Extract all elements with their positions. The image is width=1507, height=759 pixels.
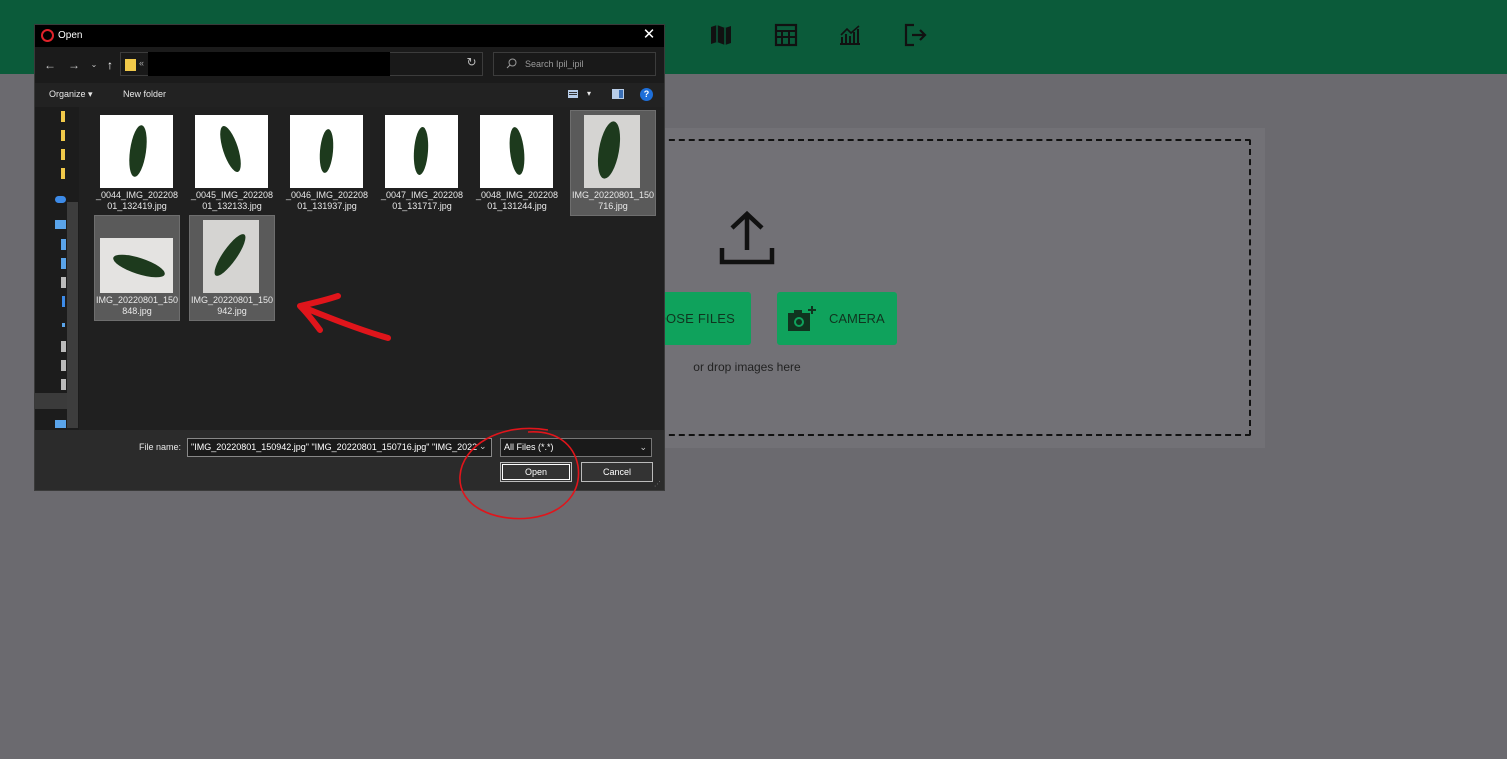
file-tile[interactable]: _0045_IMG_20220801_132133.jpg <box>190 111 274 215</box>
dialog-titlebar[interactable]: Open ✕ <box>35 25 664 47</box>
file-tile-selected[interactable]: IMG_20220801_150716.jpg <box>570 110 656 216</box>
folder-icon <box>125 59 136 71</box>
folder-icon[interactable] <box>61 111 65 122</box>
map-icon[interactable] <box>708 22 734 48</box>
up-arrow-icon[interactable]: ↑ <box>103 58 117 72</box>
file-name: IMG_20220801_150848.jpg <box>95 295 179 316</box>
navigation-pane <box>35 107 79 430</box>
file-tile-selected[interactable]: IMG_20220801_150942.jpg <box>189 215 275 321</box>
drive-icon[interactable] <box>61 360 66 371</box>
file-name: _0047_IMG_20220801_131717.jpg <box>380 190 464 211</box>
logout-icon[interactable] <box>902 22 928 48</box>
file-tile[interactable]: _0046_IMG_20220801_131937.jpg <box>285 111 369 215</box>
chevron-down-icon: ⌄ <box>639 442 647 452</box>
recent-dropdown-icon[interactable]: ⌄ <box>87 58 101 72</box>
browser-logo-icon <box>41 29 54 42</box>
folder-icon[interactable] <box>61 168 65 179</box>
file-thumbnail <box>203 220 259 293</box>
file-list: _0044_IMG_20220801_132419.jpg _0045_IMG_… <box>79 107 664 430</box>
new-folder-button[interactable]: New folder <box>123 89 166 99</box>
file-name: _0048_IMG_20220801_131244.jpg <box>475 190 559 211</box>
upload-icon <box>716 210 778 268</box>
resize-grip-icon[interactable]: ⋰ <box>654 480 662 488</box>
file-thumbnail <box>385 115 458 188</box>
search-icon <box>506 58 517 69</box>
videos-icon[interactable] <box>61 341 66 352</box>
forward-arrow-icon[interactable]: → <box>67 58 81 72</box>
file-name-input[interactable]: "IMG_20220801_150942.jpg" "IMG_20220801_… <box>187 438 492 457</box>
folder-icon[interactable] <box>61 149 65 160</box>
table-icon[interactable] <box>773 22 799 48</box>
back-arrow-icon[interactable]: ← <box>43 58 57 72</box>
music-icon[interactable] <box>62 296 65 307</box>
camera-button[interactable]: CAMERA <box>777 292 897 345</box>
path-redaction <box>148 52 390 76</box>
file-type-value: All Files (*.*) <box>504 442 554 452</box>
organize-menu[interactable]: Organize ▾ <box>49 89 93 100</box>
file-name: _0044_IMG_20220801_132419.jpg <box>95 190 179 211</box>
file-name-label: File name: <box>139 442 182 452</box>
file-thumbnail <box>584 115 640 188</box>
search-placeholder: Search Ipil_ipil <box>525 59 584 69</box>
downloads-icon[interactable] <box>61 277 66 288</box>
view-options-icon[interactable] <box>568 89 580 99</box>
chart-icon[interactable] <box>837 22 863 48</box>
file-tile[interactable]: _0044_IMG_20220801_132419.jpg <box>95 111 179 215</box>
file-name: IMG_20220801_150942.jpg <box>190 295 274 316</box>
file-tile[interactable]: _0047_IMG_20220801_131717.jpg <box>380 111 464 215</box>
file-thumbnail <box>480 115 553 188</box>
camera-icon <box>788 305 816 331</box>
nav-scrollbar[interactable] <box>67 202 78 428</box>
dialog-title: Open <box>58 30 83 41</box>
file-thumbnail <box>195 115 268 188</box>
path-prefix: « <box>139 58 145 68</box>
file-name: IMG_20220801_150716.jpg <box>571 190 655 211</box>
pictures-icon[interactable] <box>62 323 65 327</box>
network-icon[interactable] <box>55 420 66 428</box>
cancel-button[interactable]: Cancel <box>581 462 653 482</box>
path-breadcrumb[interactable]: « ⌄ <box>120 52 532 76</box>
onedrive-icon[interactable] <box>55 196 66 203</box>
file-thumbnail <box>290 115 363 188</box>
documents-icon[interactable] <box>61 258 66 269</box>
open-file-dialog: Open ✕ ← → ⌄ ↑ « ⌄ ↻ Search Ipil_ipil Or… <box>34 24 665 491</box>
file-thumbnail <box>100 115 173 188</box>
file-type-select[interactable]: All Files (*.*) ⌄ <box>500 438 652 457</box>
drop-hint: or drop images here <box>693 360 801 374</box>
open-button[interactable]: Open <box>500 462 572 482</box>
view-dropdown-icon[interactable]: ▾ <box>587 89 591 98</box>
help-icon[interactable]: ? <box>640 88 653 101</box>
search-input[interactable]: Search Ipil_ipil <box>493 52 656 76</box>
close-icon[interactable]: ✕ <box>640 26 658 44</box>
camera-label: CAMERA <box>829 311 885 326</box>
choose-files-label: OOSE FILES <box>655 311 735 326</box>
preview-pane-icon[interactable] <box>612 89 624 99</box>
file-name: _0045_IMG_20220801_132133.jpg <box>190 190 274 211</box>
nav-selected-item[interactable] <box>35 393 67 409</box>
chevron-down-icon[interactable]: ⌄ <box>479 441 487 452</box>
file-thumbnail <box>100 238 173 293</box>
organize-label: Organize <box>49 89 86 99</box>
this-pc-icon[interactable] <box>55 220 66 229</box>
address-bar: ← → ⌄ ↑ « ⌄ ↻ Search Ipil_ipil <box>35 47 664 83</box>
command-bar: Organize ▾ New folder ▾ ? <box>35 83 664 107</box>
file-name: _0046_IMG_20220801_131937.jpg <box>285 190 369 211</box>
folder-icon[interactable] <box>61 130 65 141</box>
dialog-footer: File name: "IMG_20220801_150942.jpg" "IM… <box>35 430 664 490</box>
refresh-icon[interactable]: ↻ <box>463 55 480 72</box>
file-tile-selected[interactable]: IMG_20220801_150848.jpg <box>94 215 180 321</box>
file-tile[interactable]: _0048_IMG_20220801_131244.jpg <box>475 111 559 215</box>
drive-icon[interactable] <box>61 379 66 390</box>
desktop-icon[interactable] <box>61 239 66 250</box>
